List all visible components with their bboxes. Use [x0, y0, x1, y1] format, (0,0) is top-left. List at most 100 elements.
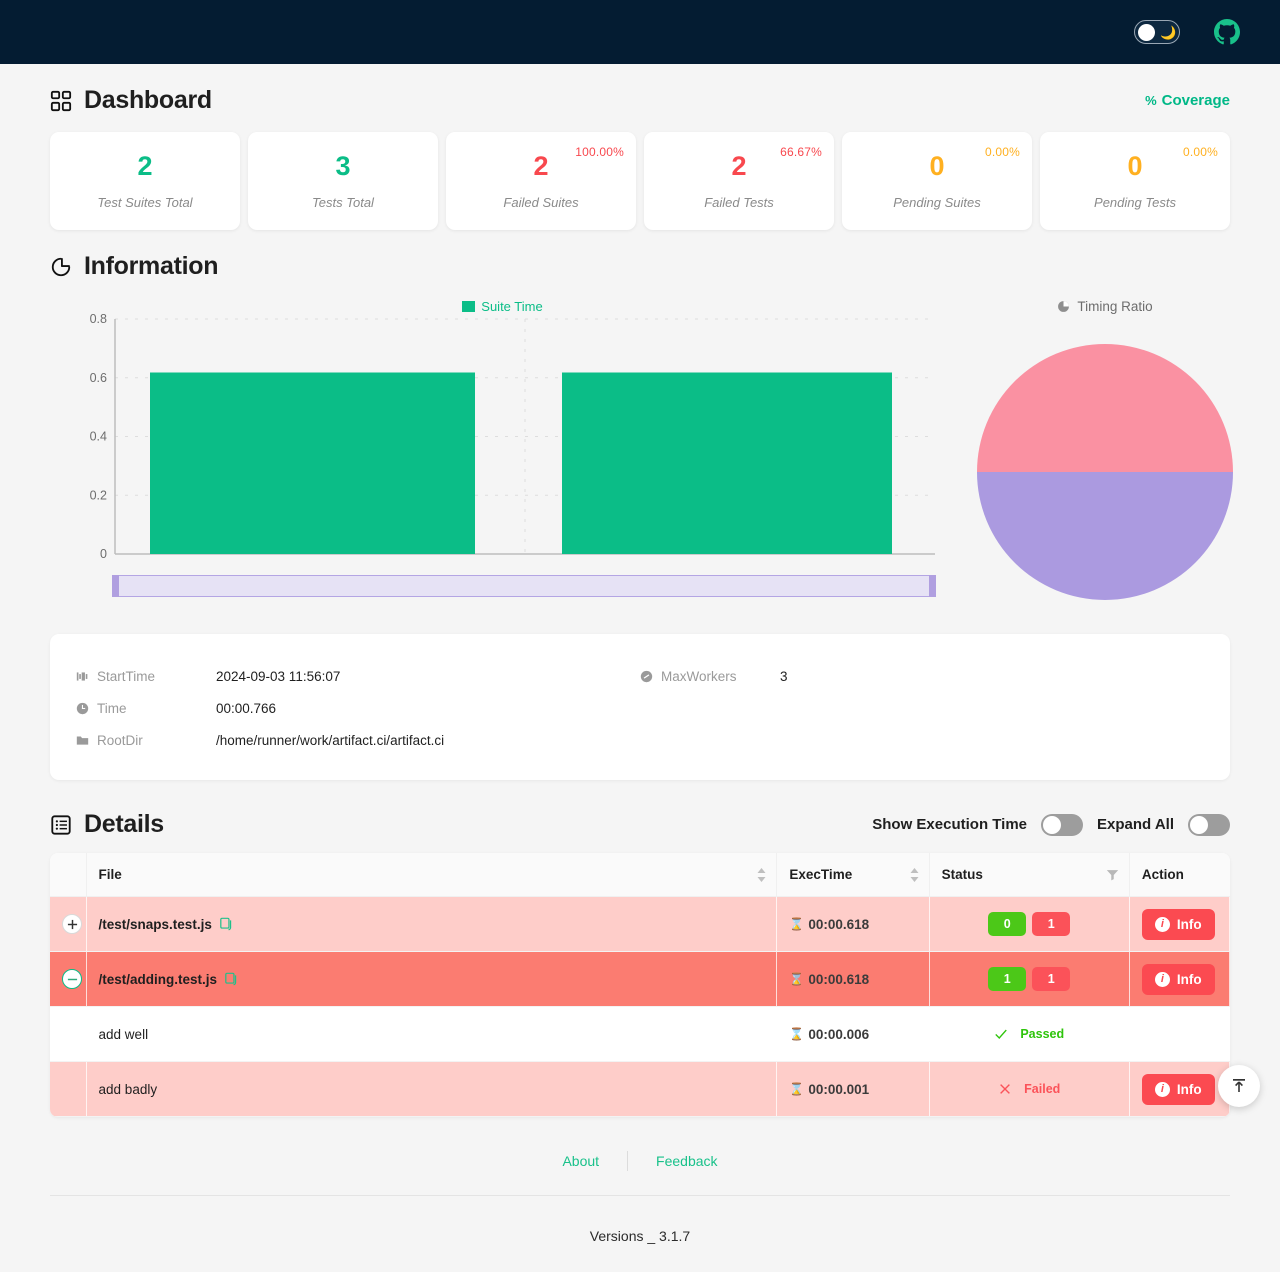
run-information-panel: StartTime 2024-09-03 11:56:07 Time 00:00…: [50, 634, 1230, 780]
hourglass-icon: ⌛: [789, 972, 804, 986]
pie-chart-title-text: Timing Ratio: [1077, 299, 1152, 314]
theme-toggle[interactable]: 🌙: [1134, 20, 1180, 44]
page-title: Dashboard: [50, 86, 212, 115]
expand-all-toggle[interactable]: [1188, 814, 1230, 836]
github-icon[interactable]: [1214, 19, 1240, 45]
row-action-cell[interactable]: i Info: [1129, 1062, 1229, 1117]
row-action-cell: [1129, 1007, 1229, 1062]
info-value-maxworkers: 3: [780, 669, 788, 684]
stat-card[interactable]: 2 Test Suites Total: [50, 132, 240, 230]
info-key-starttime: StartTime: [76, 669, 216, 684]
svg-text:0.2: 0.2: [90, 488, 107, 502]
exec-time: ⌛ 00:00.618: [789, 917, 916, 932]
timing-ratio-pie-chart[interactable]: Timing Ratio: [955, 299, 1255, 622]
row-expander-cell[interactable]: [50, 897, 86, 952]
stat-value: 0: [1127, 152, 1142, 182]
datazoom-handle-right[interactable]: [929, 575, 936, 597]
info-button-label: Info: [1177, 1082, 1202, 1097]
exec-time-value: 00:00.618: [808, 972, 869, 987]
test-name-text: add well: [99, 1027, 149, 1042]
feedback-link[interactable]: Feedback: [656, 1153, 717, 1169]
stat-label: Failed Suites: [503, 195, 578, 210]
toggle-knob: [1043, 816, 1061, 834]
bar-suite-1: [562, 373, 892, 555]
expand-all-label: Expand All: [1097, 816, 1174, 833]
row-status-cell: 0 1: [929, 897, 1129, 952]
pie-chart-icon: [1057, 300, 1070, 313]
row-action-cell[interactable]: i Info: [1129, 897, 1229, 952]
copy-icon[interactable]: [225, 972, 238, 986]
table-row[interactable]: /test/adding.test.js ⌛ 00:00.618: [50, 952, 1230, 1007]
calendar-icon: [76, 670, 89, 683]
table-row[interactable]: add well ⌛ 00:00.006 Passed: [50, 1007, 1230, 1062]
svg-text:0.6: 0.6: [90, 371, 107, 385]
info-label-time: Time: [97, 701, 127, 716]
stat-card[interactable]: 0.00% 0 Pending Tests: [1040, 132, 1230, 230]
table-row[interactable]: add badly ⌛ 00:00.001 Failed: [50, 1062, 1230, 1117]
information-section-header: Information: [50, 230, 1230, 281]
file-name-text: /test/snaps.test.js: [99, 917, 212, 932]
column-header-status[interactable]: Status: [929, 853, 1129, 897]
info-button[interactable]: i Info: [1142, 909, 1215, 940]
stat-card[interactable]: 0.00% 0 Pending Suites: [842, 132, 1032, 230]
stat-card[interactable]: 3 Tests Total: [248, 132, 438, 230]
collapse-row-button[interactable]: [62, 969, 82, 989]
filter-icon[interactable]: [1106, 868, 1119, 881]
sort-icon[interactable]: [757, 868, 766, 882]
row-file-cell[interactable]: /test/adding.test.js: [86, 952, 777, 1007]
dashboard-grid-icon: [50, 90, 72, 112]
stat-card[interactable]: 66.67% 2 Failed Tests: [644, 132, 834, 230]
row-expander-cell: [50, 1062, 86, 1117]
info-column-right: MaxWorkers 3: [640, 660, 1204, 756]
datazoom-track[interactable]: [112, 575, 936, 597]
table-row[interactable]: /test/snaps.test.js ⌛ 00:00.618: [50, 897, 1230, 952]
row-action-cell[interactable]: i Info: [1129, 952, 1229, 1007]
expand-row-button[interactable]: [62, 914, 82, 934]
stat-card[interactable]: 100.00% 2 Failed Suites: [446, 132, 636, 230]
column-header-file[interactable]: File: [86, 853, 777, 897]
svg-text:0: 0: [100, 547, 107, 561]
plus-icon: [67, 919, 78, 930]
column-header-exectime[interactable]: ExecTime: [777, 853, 929, 897]
stat-percent: 0.00%: [1183, 145, 1218, 159]
info-label-rootdir: RootDir: [97, 733, 143, 748]
datazoom-handle-left[interactable]: [112, 575, 119, 597]
about-link[interactable]: About: [562, 1153, 599, 1169]
stat-percent: 0.00%: [985, 145, 1020, 159]
check-icon: [994, 1027, 1008, 1041]
passed-count-badge: 0: [988, 912, 1026, 936]
copy-icon[interactable]: [220, 917, 233, 931]
coverage-link[interactable]: % Coverage: [1145, 92, 1230, 109]
info-button[interactable]: i Info: [1142, 1074, 1215, 1105]
version-text: Versions _ 3.1.7: [50, 1196, 1230, 1244]
row-expander-cell[interactable]: [50, 952, 86, 1007]
info-button[interactable]: i Info: [1142, 964, 1215, 995]
stat-percent: 66.67%: [780, 145, 822, 159]
svg-text:0.8: 0.8: [90, 312, 107, 326]
suite-time-bar-chart[interactable]: Suite Time 0.8 0.6 0: [50, 299, 955, 622]
sort-icon[interactable]: [910, 868, 919, 882]
footer-links: About Feedback: [50, 1151, 1230, 1171]
row-file-cell[interactable]: /test/snaps.test.js: [86, 897, 777, 952]
info-row-time: Time 00:00.766: [76, 692, 640, 724]
column-label-status: Status: [942, 867, 983, 882]
dashboard-title-text: Dashboard: [84, 86, 212, 115]
stat-percent: 100.00%: [575, 145, 624, 159]
test-name-text: add badly: [99, 1082, 158, 1097]
chart-datazoom-slider[interactable]: [112, 575, 936, 597]
information-title: Information: [50, 252, 218, 281]
stat-label: Pending Tests: [1094, 195, 1176, 210]
status-text: Failed: [1024, 1082, 1060, 1096]
hourglass-icon: ⌛: [789, 1027, 804, 1041]
info-column-left: StartTime 2024-09-03 11:56:07 Time 00:00…: [76, 660, 640, 756]
clock-icon: [76, 702, 89, 715]
theme-toggle-knob: [1138, 24, 1155, 41]
show-execution-time-toggle[interactable]: [1041, 814, 1083, 836]
row-exectime-cell: ⌛ 00:00.001: [777, 1062, 929, 1117]
bar-chart-legend[interactable]: Suite Time: [50, 299, 955, 314]
info-value-rootdir: /home/runner/work/artifact.ci/artifact.c…: [216, 733, 444, 748]
info-icon: i: [1155, 1082, 1170, 1097]
charts-row: Suite Time 0.8 0.6 0: [50, 299, 1230, 622]
info-value-starttime: 2024-09-03 11:56:07: [216, 669, 340, 684]
scroll-to-top-button[interactable]: [1218, 1065, 1260, 1107]
